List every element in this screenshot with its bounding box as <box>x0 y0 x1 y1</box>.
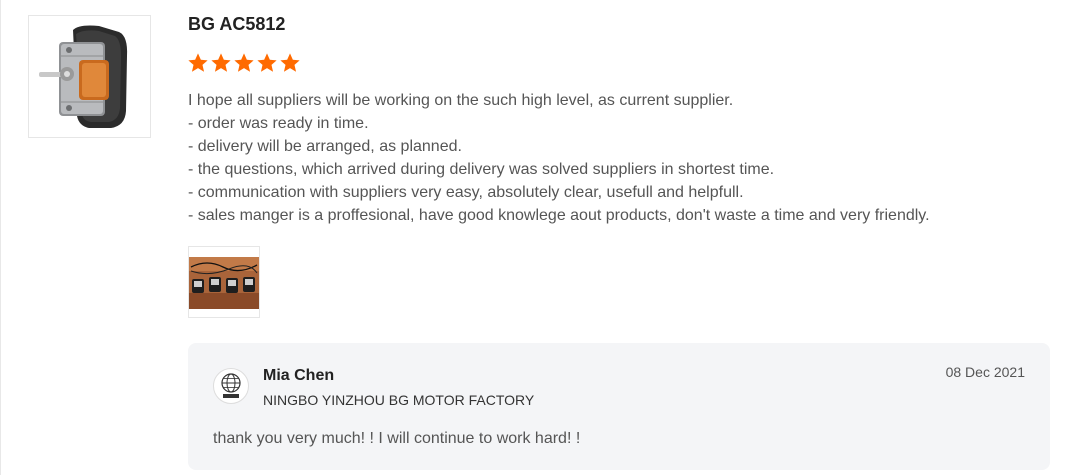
review-line: I hope all suppliers will be working on … <box>188 92 734 109</box>
star-icon <box>234 53 254 72</box>
star-icon <box>280 53 300 72</box>
reply-date: 08 Dec 2021 <box>945 364 1025 380</box>
reply-author-name: Mia Chen <box>263 367 335 384</box>
motors-photo-icon <box>189 247 259 317</box>
star-rating <box>187 52 301 74</box>
review-line: - communication with suppliers very easy… <box>188 184 744 201</box>
product-image[interactable] <box>28 15 151 138</box>
review-line: - delivery will be arranged, as planned. <box>188 138 462 155</box>
avatar <box>213 368 249 404</box>
globe-logo-icon <box>221 373 241 398</box>
review-line: - the questions, which arrived during de… <box>188 161 775 178</box>
left-divider <box>0 0 1 475</box>
star-icon <box>211 53 231 72</box>
reply-text: thank you very much! ! I will continue t… <box>213 430 581 447</box>
review-line: - sales manger is a proffesional, have g… <box>188 207 930 224</box>
review-text: I hope all suppliers will be working on … <box>188 89 1048 227</box>
supplier-reply: Mia Chen NINGBO YINZHOU BG MOTOR FACTORY… <box>188 343 1050 470</box>
reply-company-name[interactable]: NINGBO YINZHOU BG MOTOR FACTORY <box>263 392 534 408</box>
motor-image-icon <box>29 16 150 137</box>
star-icon <box>188 53 208 72</box>
product-name[interactable]: BG AC5812 <box>188 14 285 35</box>
review-photo[interactable] <box>188 246 260 318</box>
review-line: - order was ready in time. <box>188 115 369 132</box>
star-icon <box>257 53 277 72</box>
